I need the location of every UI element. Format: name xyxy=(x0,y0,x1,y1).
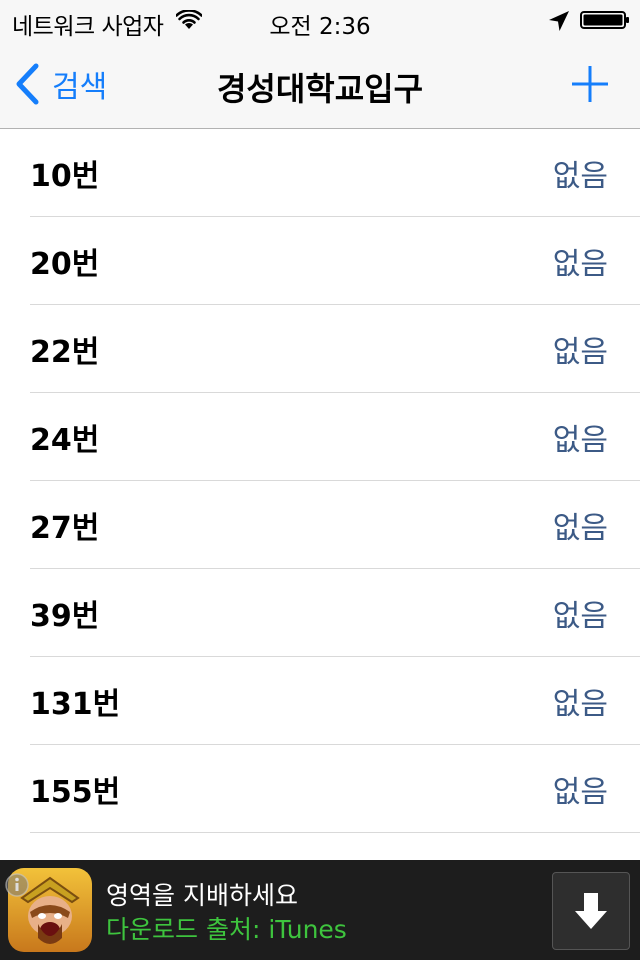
route-number: 131번 xyxy=(30,687,121,722)
route-row-22[interactable]: 22번 없음 xyxy=(30,305,640,393)
route-number: 39번 xyxy=(30,599,100,634)
arrival-status: 없음 xyxy=(552,599,608,634)
arrival-status: 없음 xyxy=(552,511,608,546)
plus-icon[interactable] xyxy=(570,64,610,104)
arrival-status: 없음 xyxy=(552,159,608,194)
nav-bar: 검색 경성대학교입구 xyxy=(0,40,640,129)
route-row-27[interactable]: 27번 없음 xyxy=(30,481,640,569)
route-number: 10번 xyxy=(30,159,100,194)
arrival-status: 없음 xyxy=(552,775,608,810)
route-number: 22번 xyxy=(30,335,100,370)
download-button[interactable] xyxy=(552,872,630,950)
route-row-39[interactable]: 39번 없음 xyxy=(30,569,640,657)
ad-source: 다운로드 출처: iTunes xyxy=(106,915,347,944)
page-title: 경성대학교입구 xyxy=(216,70,424,108)
route-row-10[interactable]: 10번 없음 xyxy=(30,129,640,217)
route-row-24[interactable]: 24번 없음 xyxy=(30,393,640,481)
download-arrow-icon xyxy=(575,893,607,929)
info-icon[interactable] xyxy=(4,872,30,898)
ad-banner[interactable]: 영역을 지배하세요 다운로드 출처: iTunes xyxy=(0,860,640,960)
arrival-status: 없음 xyxy=(552,687,608,722)
status-time: 오전 2:36 xyxy=(269,14,371,40)
route-number: 20번 xyxy=(30,247,100,282)
route-number: 155번 xyxy=(30,775,121,810)
location-arrow-icon xyxy=(549,11,569,31)
ad-headline: 영역을 지배하세요 xyxy=(106,881,298,910)
route-list: 10번 없음 20번 없음 22번 없음 24번 없음 27번 없음 39번 없… xyxy=(0,129,640,833)
status-bar: 네트워크 사업자 오전 2:36 xyxy=(0,0,640,40)
arrival-status: 없음 xyxy=(552,423,608,458)
route-row-155[interactable]: 155번 없음 xyxy=(30,745,640,833)
route-row-131[interactable]: 131번 없음 xyxy=(30,657,640,745)
arrival-status: 없음 xyxy=(552,247,608,282)
route-row-20[interactable]: 20번 없음 xyxy=(30,217,640,305)
route-number: 27번 xyxy=(30,511,100,546)
battery-icon xyxy=(580,11,629,29)
route-number: 24번 xyxy=(30,423,100,458)
arrival-status: 없음 xyxy=(552,335,608,370)
